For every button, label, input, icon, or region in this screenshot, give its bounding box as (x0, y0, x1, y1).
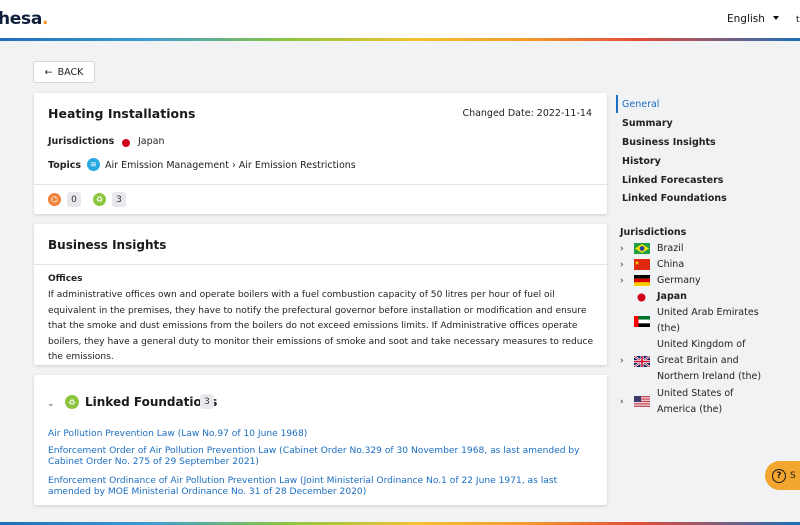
forecaster-icon[interactable]: ⌬ (48, 193, 61, 206)
changed-date: Changed Date: 2022-11-14 (462, 108, 592, 119)
question-icon: ? (772, 468, 786, 483)
jurisdictions-label: Jurisdictions (48, 136, 115, 147)
nav-summary[interactable]: Summary (622, 118, 673, 129)
foundation-icon: ♻ (65, 395, 79, 409)
insight-text: If administrative offices own and operat… (48, 290, 594, 363)
requirement-card: Heating Installations Changed Date: 2022… (34, 93, 607, 214)
logo[interactable]: hesa. (0, 9, 49, 29)
divider (34, 264, 607, 265)
insight-subheading: Offices (48, 274, 83, 284)
business-insights-title: Business Insights (48, 238, 167, 252)
japan-flag-icon (637, 293, 646, 302)
jurisdictions-title: Jurisdictions (620, 227, 687, 238)
chevron-right-icon[interactable]: › (620, 244, 624, 254)
foundation-count: 3 (112, 192, 126, 207)
jurisdiction-item[interactable]: United Kingdom of Great Britain and Nort… (657, 337, 761, 385)
foundation-link[interactable]: Air Pollution Prevention Law (Law No.97 … (48, 429, 596, 440)
divider (34, 184, 607, 185)
uk-flag-icon (634, 356, 650, 367)
jurisdiction-item[interactable]: United States of America (the) (657, 386, 734, 418)
top-bar: hesa. English t (0, 0, 800, 38)
jurisdiction-item[interactable]: United Arab Emirates (the) (657, 305, 759, 337)
requirement-title: Heating Installations (48, 106, 196, 121)
japan-flag-icon (120, 137, 131, 148)
nav-linked-forecasters[interactable]: Linked Forecasters (622, 175, 723, 186)
brazil-flag-icon (634, 243, 650, 254)
nav-business-insights[interactable]: Business Insights (622, 137, 716, 148)
chevron-right-icon[interactable]: › (620, 260, 624, 270)
color-stripe (0, 38, 800, 41)
linked-foundations-title[interactable]: Linked Foundations (85, 395, 217, 409)
uae-flag-icon (634, 316, 650, 327)
foundation-link[interactable]: Enforcement Order of Air Pollution Preve… (48, 446, 596, 468)
back-label: BACK (57, 66, 84, 78)
jurisdiction-value[interactable]: Japan (138, 136, 165, 147)
chevron-right-icon[interactable]: › (620, 356, 624, 366)
jurisdiction-item[interactable]: China (657, 257, 684, 273)
chevron-right-icon[interactable]: › (620, 276, 624, 286)
forecaster-count: 0 (67, 192, 81, 207)
arrow-left-icon: ← (44, 66, 53, 78)
usa-flag-icon (634, 396, 650, 407)
language-selector[interactable]: English (727, 13, 765, 25)
linked-foundations-count: 3 (200, 394, 214, 409)
foundation-icon[interactable]: ♻ (93, 193, 106, 206)
china-flag-icon (634, 259, 650, 270)
topic-value[interactable]: Air Emission Management › Air Emission R… (105, 160, 356, 171)
jurisdiction-item[interactable]: Germany (657, 273, 701, 289)
jurisdiction-item[interactable]: Brazil (657, 241, 684, 257)
help-label: S (790, 470, 796, 481)
topic-icon: ≋ (87, 158, 100, 171)
foundation-link[interactable]: Enforcement Ordinance of Air Pollution P… (48, 476, 596, 498)
jurisdiction-item-current: Japan (657, 291, 687, 302)
chevron-right-icon[interactable]: › (620, 397, 624, 407)
topics-label: Topics (48, 160, 82, 171)
germany-flag-icon (634, 275, 650, 286)
help-button[interactable]: ? S (765, 461, 800, 490)
linked-foundations-card: ⌄ ♻ Linked Foundations 3 Air Pollution P… (34, 375, 607, 505)
chevron-down-icon[interactable] (773, 16, 779, 20)
top-bar-edge-text: t (796, 15, 800, 25)
nav-linked-foundations[interactable]: Linked Foundations (622, 193, 727, 204)
nav-history[interactable]: History (622, 156, 661, 167)
active-indicator (616, 95, 618, 113)
back-button[interactable]: ← BACK (33, 61, 95, 83)
nav-general[interactable]: General (622, 99, 659, 110)
business-insights-card: Business Insights Offices If administrat… (34, 224, 607, 365)
chevron-down-icon[interactable]: ⌄ (47, 399, 55, 409)
